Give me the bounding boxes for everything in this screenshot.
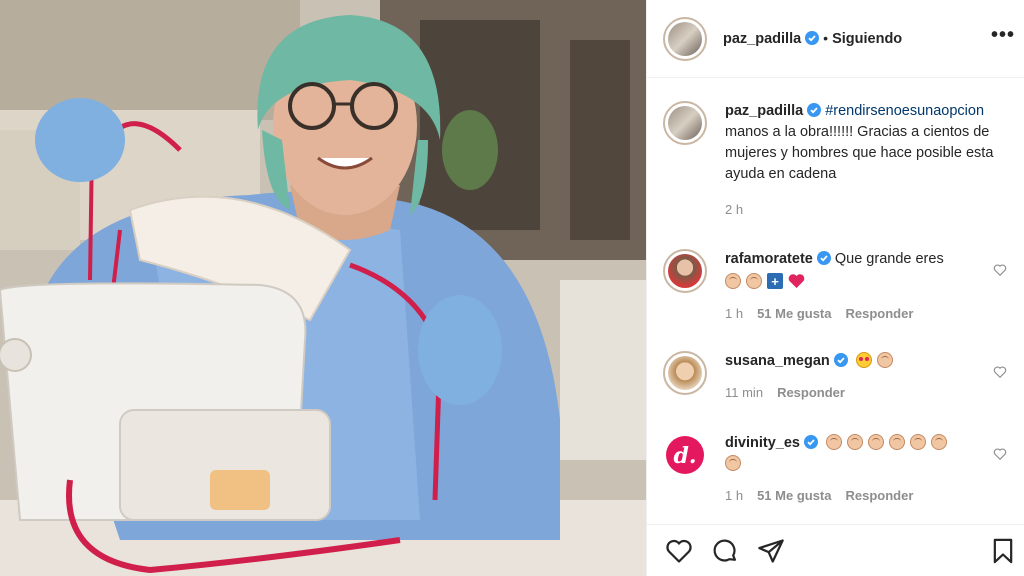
- photo-illustration: [0, 0, 646, 576]
- verified-badge-icon: [807, 103, 822, 117]
- post-photo[interactable]: [0, 0, 646, 576]
- comment-body: divinity_es 1 h 51 Me gusta Responder: [725, 433, 997, 506]
- comments-list[interactable]: paz_padilla #rendirsenoesunaopcion manos…: [647, 79, 1024, 524]
- like-comment-heart-icon[interactable]: [993, 263, 1007, 277]
- verified-badge-icon: [833, 353, 848, 367]
- comment-time[interactable]: 1 h: [725, 306, 743, 321]
- comment-text: Que grande eres: [834, 251, 944, 267]
- comment-username[interactable]: susana_megan: [725, 353, 830, 369]
- caption-meta: 2 h: [725, 199, 997, 220]
- comment-likes[interactable]: 51 Me gusta: [757, 488, 831, 503]
- comment-username[interactable]: divinity_es: [725, 435, 800, 451]
- author-avatar[interactable]: [663, 17, 707, 61]
- clapping-hands-emoji-icon: [909, 434, 926, 450]
- post-side-panel: paz_padilla • Siguiendo ••• paz_padilla #r…: [646, 0, 1024, 576]
- red-heart-emoji-icon: [788, 274, 805, 288]
- header-author-line: paz_padilla • Siguiendo: [723, 30, 902, 48]
- author-username[interactable]: paz_padilla: [723, 31, 801, 47]
- plus-emoji-icon: [767, 271, 783, 292]
- verified-badge-icon: [805, 31, 820, 45]
- clapping-hands-emoji-icon: [888, 434, 905, 450]
- comment-body: susana_megan 11 min Responder: [725, 351, 997, 403]
- paper-plane-icon[interactable]: [757, 537, 785, 565]
- comment-item: d. divinity_es 1 h 51 Me gusta Responder: [663, 433, 1009, 515]
- comment-username[interactable]: rafamoratete: [725, 251, 813, 267]
- comment-likes[interactable]: 51 Me gusta: [757, 306, 831, 321]
- clapping-hands-emoji-icon: [746, 273, 762, 289]
- comment-item: susana_megan 11 min Responder: [663, 351, 1009, 411]
- following-button[interactable]: Siguiendo: [832, 31, 902, 47]
- comment-bubble-icon[interactable]: [711, 537, 739, 565]
- caption-time[interactable]: 2 h: [725, 202, 743, 217]
- caption: paz_padilla #rendirsenoesunaopcion manos…: [663, 101, 1009, 231]
- clapping-hands-emoji-icon: [725, 273, 741, 289]
- commenter-avatar[interactable]: d.: [663, 433, 707, 477]
- comment-emojis: [725, 271, 997, 293]
- caption-hashtag[interactable]: #rendirsenoesunaopcion: [825, 103, 984, 119]
- clapping-hands-emoji-icon: [867, 434, 884, 450]
- clapping-hands-emoji-icon: [725, 455, 741, 471]
- clapping-hands-emoji-icon: [876, 352, 893, 368]
- reply-button[interactable]: Responder: [846, 488, 914, 503]
- heart-icon[interactable]: [665, 537, 693, 565]
- comment-item: rafamoratete Que grande eres 1 h 51 Me gu…: [663, 249, 1009, 331]
- like-comment-heart-icon[interactable]: [993, 447, 1007, 461]
- post-header: paz_padilla • Siguiendo •••: [647, 0, 1024, 78]
- caption-avatar[interactable]: [663, 101, 707, 145]
- reply-button[interactable]: Responder: [777, 385, 845, 400]
- comment-time[interactable]: 1 h: [725, 488, 743, 503]
- post-action-bar: [647, 524, 1024, 576]
- clapping-hands-emoji-icon: [930, 434, 947, 450]
- like-comment-heart-icon[interactable]: [993, 365, 1007, 379]
- commenter-avatar[interactable]: [663, 249, 707, 293]
- caption-username[interactable]: paz_padilla: [725, 103, 803, 119]
- clapping-hands-emoji-icon: [825, 434, 842, 450]
- caption-body: paz_padilla #rendirsenoesunaopcion manos…: [725, 101, 997, 220]
- comment-meta: 1 h 51 Me gusta Responder: [725, 485, 997, 506]
- bookmark-icon[interactable]: [989, 537, 1017, 565]
- separator-dot: •: [823, 30, 829, 46]
- caption-text: manos a la obra!!!!!! Gracias a cientos …: [725, 124, 994, 182]
- more-options-icon[interactable]: •••: [991, 24, 1015, 47]
- comment-meta: 11 min Responder: [725, 382, 997, 403]
- divinity-logo-icon: d.: [673, 443, 696, 469]
- svg-text:d.: d.: [673, 443, 696, 469]
- comment-meta: 1 h 51 Me gusta Responder: [725, 303, 997, 324]
- star-struck-emoji-icon: [855, 352, 872, 368]
- commenter-avatar[interactable]: [663, 351, 707, 395]
- comment-body: rafamoratete Que grande eres 1 h 51 Me gu…: [725, 249, 997, 324]
- comment-emojis: [855, 352, 898, 369]
- reply-button[interactable]: Responder: [846, 306, 914, 321]
- verified-badge-icon: [803, 435, 818, 449]
- comment-time[interactable]: 11 min: [725, 385, 763, 400]
- verified-badge-icon: [816, 251, 831, 265]
- clapping-hands-emoji-icon: [846, 434, 863, 450]
